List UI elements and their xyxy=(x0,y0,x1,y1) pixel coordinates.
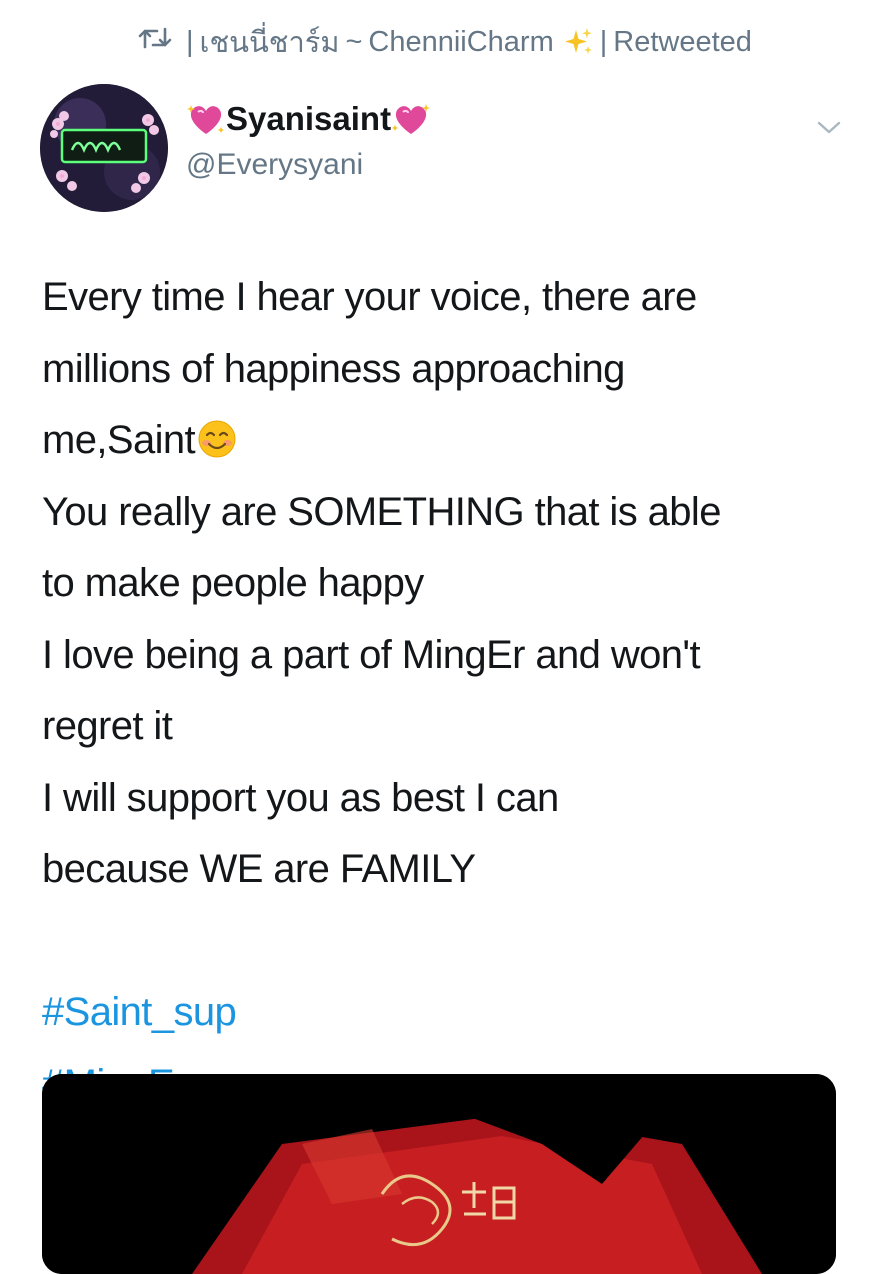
retweeter-thai-name[interactable]: เชนนี่ชาร์ม xyxy=(200,19,340,65)
tweet-line: You really are SOMETHING that is able xyxy=(42,489,721,534)
author-handle[interactable]: @Everysyani xyxy=(186,148,363,182)
author-display-name[interactable]: Syanisaint xyxy=(186,100,431,138)
retweet-context[interactable]: | เชนนี่ชาร์ม ~ ChenniiCharm | Retweeted xyxy=(138,22,752,62)
display-name-text: Syanisaint xyxy=(226,100,392,137)
tweet-line: Every time I hear your voice, there are xyxy=(42,275,697,319)
sparkling-heart-emoji-icon xyxy=(186,101,226,137)
tweet-line: regret it xyxy=(42,704,173,748)
tweet-line: to make people happy xyxy=(42,561,424,605)
smiling-face-emoji-icon xyxy=(197,411,237,458)
retweeter-name[interactable]: ChenniiCharm xyxy=(368,26,553,59)
tweet-spacer xyxy=(42,906,862,978)
author-avatar[interactable] xyxy=(40,84,168,212)
tweet-line-text: me,Saint xyxy=(42,418,196,462)
tweet-line: I love being a part of MingEr and won't xyxy=(42,632,701,677)
retweet-icon xyxy=(138,25,186,59)
sparkles-emoji-icon xyxy=(562,26,594,58)
tweet-line: me,Saint xyxy=(42,405,862,477)
hashtag-link[interactable]: #Saint_sup xyxy=(42,977,862,1049)
tweet-line: millions of happiness approaching xyxy=(42,346,625,391)
tweet-line: because WE are FAMILY xyxy=(42,847,476,891)
tweet-line: I will support you as best I can xyxy=(42,775,559,820)
retweet-separator: | xyxy=(599,25,608,58)
chevron-down-icon[interactable] xyxy=(814,116,844,138)
retweeted-label: Retweeted xyxy=(613,25,752,58)
tweet-text: Every time I hear your voice, there are … xyxy=(42,262,862,1120)
sparkling-heart-emoji-icon xyxy=(391,101,431,137)
retweet-prefix: | xyxy=(186,25,194,58)
retweet-tilde: ~ xyxy=(345,25,363,58)
tweet-media[interactable] xyxy=(42,1074,836,1274)
